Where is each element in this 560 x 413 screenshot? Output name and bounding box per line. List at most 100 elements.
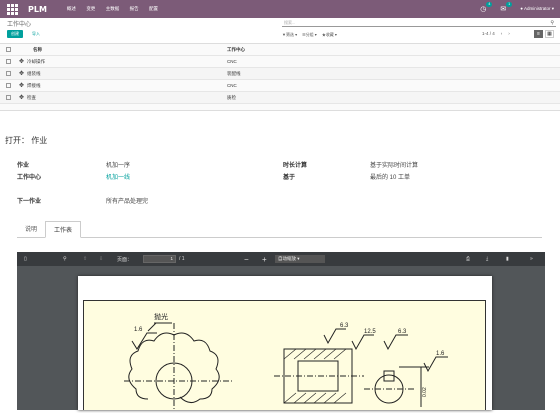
row-workcenter: CNC — [227, 83, 237, 88]
user-name: Administrator — [523, 6, 551, 11]
row-workcenter: CNC — [227, 59, 237, 64]
menu-item-config[interactable]: 配置 — [149, 6, 158, 11]
group-dropdown[interactable]: ☰分组 ▾ — [302, 32, 317, 38]
create-button[interactable]: 创建 — [7, 30, 23, 38]
table-row[interactable]: ✥ 组装线 装配线 — [0, 68, 560, 80]
label-tolerance: 0.02 — [422, 387, 428, 397]
column-header-name[interactable]: 名称 — [33, 47, 42, 53]
gear-profile-left — [128, 332, 175, 400]
pager-next-icon[interactable]: › — [508, 31, 510, 36]
kanban-view-icon[interactable]: ▦ — [545, 30, 554, 38]
control-panel: 工作中心 搜索... ⚲ 创建 导入 ▼筛选 ▾ ☰分组 ▾ ★收藏 ▾ 1-4 … — [0, 18, 560, 44]
zoom-out-icon[interactable]: − — [244, 255, 249, 264]
bookmark-icon[interactable]: ▮ — [506, 256, 509, 262]
pager-value[interactable]: 1-4 / 4 — [482, 31, 495, 36]
apps-grid-icon[interactable] — [7, 4, 18, 15]
roughness-symbol-2 — [323, 328, 346, 345]
activity-badge: 4 — [486, 2, 493, 7]
label-roughness-1: 1.6 — [134, 327, 143, 333]
row-workcenter: 装配线 — [227, 70, 241, 76]
duration-value[interactable]: 基于实际时间计算 — [370, 160, 418, 169]
label-roughness-3: 12.5 — [364, 329, 376, 335]
drag-handle-icon[interactable]: ✥ — [19, 70, 24, 77]
row-checkbox[interactable] — [6, 83, 11, 88]
form-title: 打开： 作业 — [5, 136, 48, 145]
tab-description[interactable]: 说明 — [17, 221, 45, 237]
workcenter-link[interactable]: 机加一线 — [106, 172, 130, 181]
row-name: 冷却操作 — [27, 58, 46, 64]
roughness-symbol-3 — [351, 334, 374, 351]
operation-label: 作业 — [17, 163, 30, 169]
tools-menu-icon[interactable]: » — [530, 256, 533, 262]
zoom-value: 自动缩放 — [278, 256, 296, 261]
engineering-drawing: 抛光 1.6 6.3 12.5 6.3 1.6 0.02 — [83, 300, 486, 411]
pdf-viewer: ▯ ⚲ ⇧ ⇩ 页面： 1 / 1 − + 自动缩放 ▾ ⎙ ⤓ ▮ » 抛光 … — [17, 252, 545, 411]
select-all-checkbox[interactable] — [6, 47, 11, 52]
import-button[interactable]: 导入 — [30, 30, 42, 38]
label-roughness-4: 6.3 — [398, 329, 407, 335]
based-on-value[interactable]: 最后的 10 工单 — [370, 172, 410, 181]
operation-form: 打开： 作业 作业 机加一序 工作中心 机加一线 下一作业 所有产品处理完 时长… — [0, 110, 560, 411]
form-tabs: 说明 工作表 — [17, 221, 542, 238]
drawing-svg: 抛光 1.6 6.3 12.5 6.3 1.6 0.02 — [124, 312, 448, 411]
search-icon[interactable]: ⚲ — [550, 20, 554, 26]
roughness-symbol-4 — [383, 334, 408, 351]
zoom-select[interactable]: 自动缩放 ▾ — [275, 255, 325, 263]
favorites-dropdown[interactable]: ★收藏 ▾ — [322, 32, 337, 38]
pager-prev-icon[interactable]: ‹ — [501, 31, 503, 36]
prev-page-icon[interactable]: ⇧ — [83, 256, 87, 262]
next-operation-label: 下一作业 — [17, 199, 42, 205]
group-label: 分组 — [305, 32, 314, 37]
pdf-toolbar: ▯ ⚲ ⇧ ⇩ 页面： 1 / 1 − + 自动缩放 ▾ ⎙ ⤓ ▮ » — [17, 252, 545, 266]
menu-item-master-data[interactable]: 主数据 — [106, 6, 120, 11]
based-on-label: 基于 — [283, 175, 296, 181]
leader-arrow — [147, 322, 157, 332]
activity-icon[interactable]: ◷ 4 — [480, 2, 493, 13]
label-polish: 抛光 — [154, 312, 168, 321]
download-icon[interactable]: ⤓ — [486, 256, 488, 262]
next-page-icon[interactable]: ⇩ — [99, 256, 103, 262]
filters-dropdown[interactable]: ▼筛选 ▾ — [282, 32, 297, 38]
page-label: 页面： — [117, 256, 133, 263]
drag-handle-icon[interactable]: ✥ — [19, 58, 24, 65]
breadcrumb[interactable]: 工作中心 — [7, 19, 31, 28]
operations-list: 名称 工作中心 ✥ 冷却操作 CNC ✥ 组装线 装配线 ✥ 焊接线 CNC ✥ 检查 … — [0, 44, 560, 104]
menu-item-reports[interactable]: 报告 — [130, 6, 139, 11]
label-roughness-5: 1.6 — [436, 351, 445, 357]
menu-item-overview[interactable]: 概述 — [67, 6, 76, 11]
table-row[interactable]: ✥ 检查 质检 — [0, 92, 560, 104]
workcenter-label: 工作中心 — [17, 175, 42, 181]
favorites-label: 收藏 — [325, 32, 334, 37]
list-view-icon[interactable]: ≡ — [534, 30, 543, 38]
drag-handle-icon[interactable]: ✥ — [19, 94, 24, 101]
tab-worksheet[interactable]: 工作表 — [45, 221, 82, 238]
search-icon[interactable]: ⚲ — [63, 256, 67, 262]
table-row[interactable]: ✥ 焊接线 CNC — [0, 80, 560, 92]
row-workcenter: 质检 — [227, 94, 236, 100]
page-number-input[interactable]: 1 — [143, 255, 176, 263]
list-header: 名称 工作中心 — [0, 44, 560, 56]
next-operation-value[interactable]: 所有产品处理完 — [106, 196, 148, 205]
sidebar-toggle-icon[interactable]: ▯ — [24, 256, 27, 262]
app-brand[interactable]: PLM — [28, 5, 47, 14]
row-name: 组装线 — [27, 70, 41, 76]
row-checkbox[interactable] — [6, 71, 11, 76]
print-icon[interactable]: ⎙ — [466, 256, 470, 262]
row-checkbox[interactable] — [6, 59, 11, 64]
table-row[interactable]: ✥ 冷却操作 CNC — [0, 56, 560, 68]
drag-handle-icon[interactable]: ✥ — [19, 82, 24, 89]
column-header-workcenter[interactable]: 工作中心 — [227, 47, 245, 53]
menu-item-changes[interactable]: 变更 — [86, 6, 95, 11]
row-checkbox[interactable] — [6, 95, 11, 100]
search-placeholder: 搜索... — [284, 20, 296, 25]
user-menu[interactable]: ● Administrator ▾ — [520, 6, 554, 12]
chat-badge: 1 — [506, 2, 513, 7]
zoom-in-icon[interactable]: + — [262, 255, 267, 264]
chat-icon[interactable]: ✉ 1 — [500, 2, 513, 13]
gear-profile — [173, 332, 220, 403]
page-total: / 1 — [179, 256, 185, 262]
filters-label: 筛选 — [285, 32, 294, 37]
row-name: 检查 — [27, 94, 37, 100]
operation-value[interactable]: 机加一序 — [106, 160, 130, 169]
search-input[interactable]: 搜索... ⚲ — [282, 20, 556, 27]
